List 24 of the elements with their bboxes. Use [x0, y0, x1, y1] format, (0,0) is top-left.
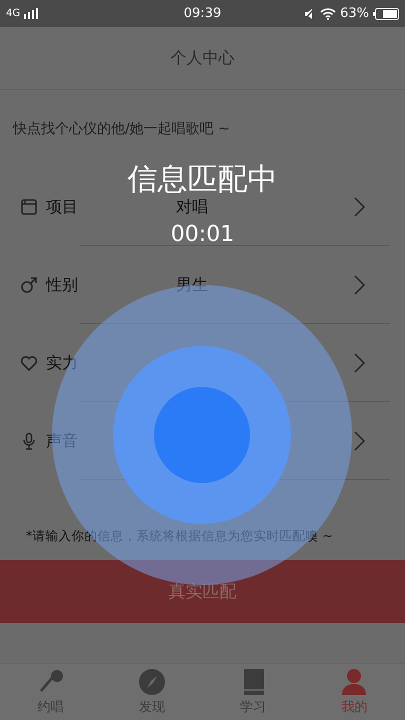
chevron-icon — [353, 431, 365, 451]
battery-icon — [373, 8, 399, 20]
row-label: 性别 — [46, 274, 79, 296]
matching-timer: 00:01 — [170, 222, 234, 247]
network-label: 4G — [6, 8, 20, 19]
battery-label: 63% — [340, 6, 369, 21]
signal-icon — [24, 8, 38, 19]
row-label: 项目 — [46, 196, 79, 218]
chevron-icon — [353, 275, 365, 295]
person-icon — [340, 668, 368, 696]
wifi-icon — [320, 8, 336, 20]
row-value: 对唱 — [176, 196, 208, 218]
chevron-icon — [353, 353, 365, 373]
match-button[interactable]: 真实匹配 — [0, 560, 405, 623]
matching-title: 信息匹配中 — [128, 165, 278, 195]
tab[interactable]: 我的 — [304, 664, 405, 720]
status-time: 09:39 — [184, 6, 222, 21]
heart-icon — [20, 354, 38, 372]
male-icon — [20, 276, 38, 294]
window-icon — [20, 198, 38, 216]
page-title: 个人中心 — [170, 48, 234, 68]
compass-icon — [138, 668, 166, 696]
subtitle-text: 快点找个心仪的他/她一起唱歌吧 ~ — [13, 120, 231, 138]
chevron-icon — [353, 197, 365, 217]
